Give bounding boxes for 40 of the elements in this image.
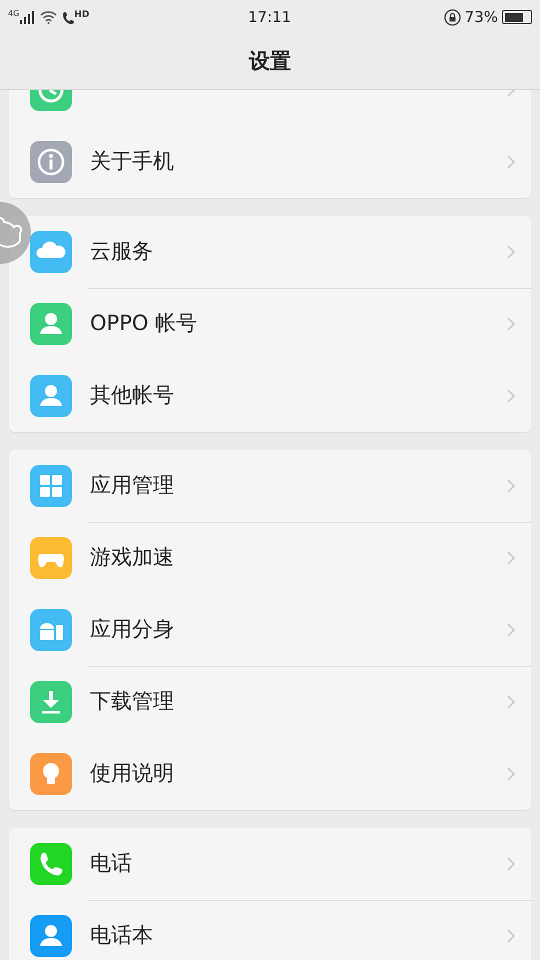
item-label: OPPO 帐号 bbox=[90, 310, 198, 338]
item-label: 电话 bbox=[90, 850, 133, 878]
item-label: 云服务 bbox=[90, 238, 154, 266]
chevron-icon bbox=[507, 317, 515, 331]
item-label: 电话本 bbox=[90, 922, 154, 950]
clock-time: 17:11 bbox=[248, 7, 292, 28]
network-label: 4G bbox=[8, 10, 20, 18]
floating-assist-menu[interactable] bbox=[0, 200, 31, 266]
settings-item[interactable]: 关于手机 bbox=[9, 126, 531, 198]
item-label: 下载管理 bbox=[90, 688, 175, 716]
signal-icon bbox=[20, 10, 34, 24]
item-label: 应用管理 bbox=[90, 472, 175, 500]
hd-label: HD bbox=[74, 10, 90, 20]
settings-item[interactable]: 其他帐号 bbox=[9, 360, 531, 432]
chevron-icon bbox=[507, 623, 515, 637]
chevron-icon bbox=[507, 929, 515, 943]
rotation-lock-icon bbox=[444, 8, 461, 26]
item-label: 其他帐号 bbox=[90, 382, 175, 410]
page-title: 设置 bbox=[249, 48, 291, 75]
settings-item[interactable]: 应用管理 bbox=[9, 450, 531, 522]
item-label: 使用说明 bbox=[90, 760, 175, 788]
item-label: 游戏加速 bbox=[90, 544, 175, 572]
settings-item[interactable]: 电话 bbox=[9, 828, 531, 900]
battery-percent: 73% bbox=[464, 6, 498, 28]
chevron-icon bbox=[507, 479, 515, 493]
settings-item[interactable]: 使用说明 bbox=[9, 738, 531, 810]
settings-item[interactable]: 云服务 bbox=[9, 216, 531, 288]
battery-icon bbox=[502, 10, 532, 24]
wifi-icon bbox=[40, 10, 58, 24]
chevron-icon bbox=[507, 767, 515, 781]
item-label: 应用分身 bbox=[90, 616, 175, 644]
chevron-icon bbox=[507, 857, 515, 871]
chevron-icon bbox=[507, 245, 515, 259]
item-label: 关于手机 bbox=[90, 148, 175, 176]
chevron-icon bbox=[507, 695, 515, 709]
chevron-icon bbox=[507, 155, 515, 169]
chevron-icon bbox=[507, 389, 515, 403]
phone-icon bbox=[63, 10, 74, 24]
settings-item[interactable]: 应用分身 bbox=[9, 594, 531, 666]
chevron-icon bbox=[507, 551, 515, 565]
